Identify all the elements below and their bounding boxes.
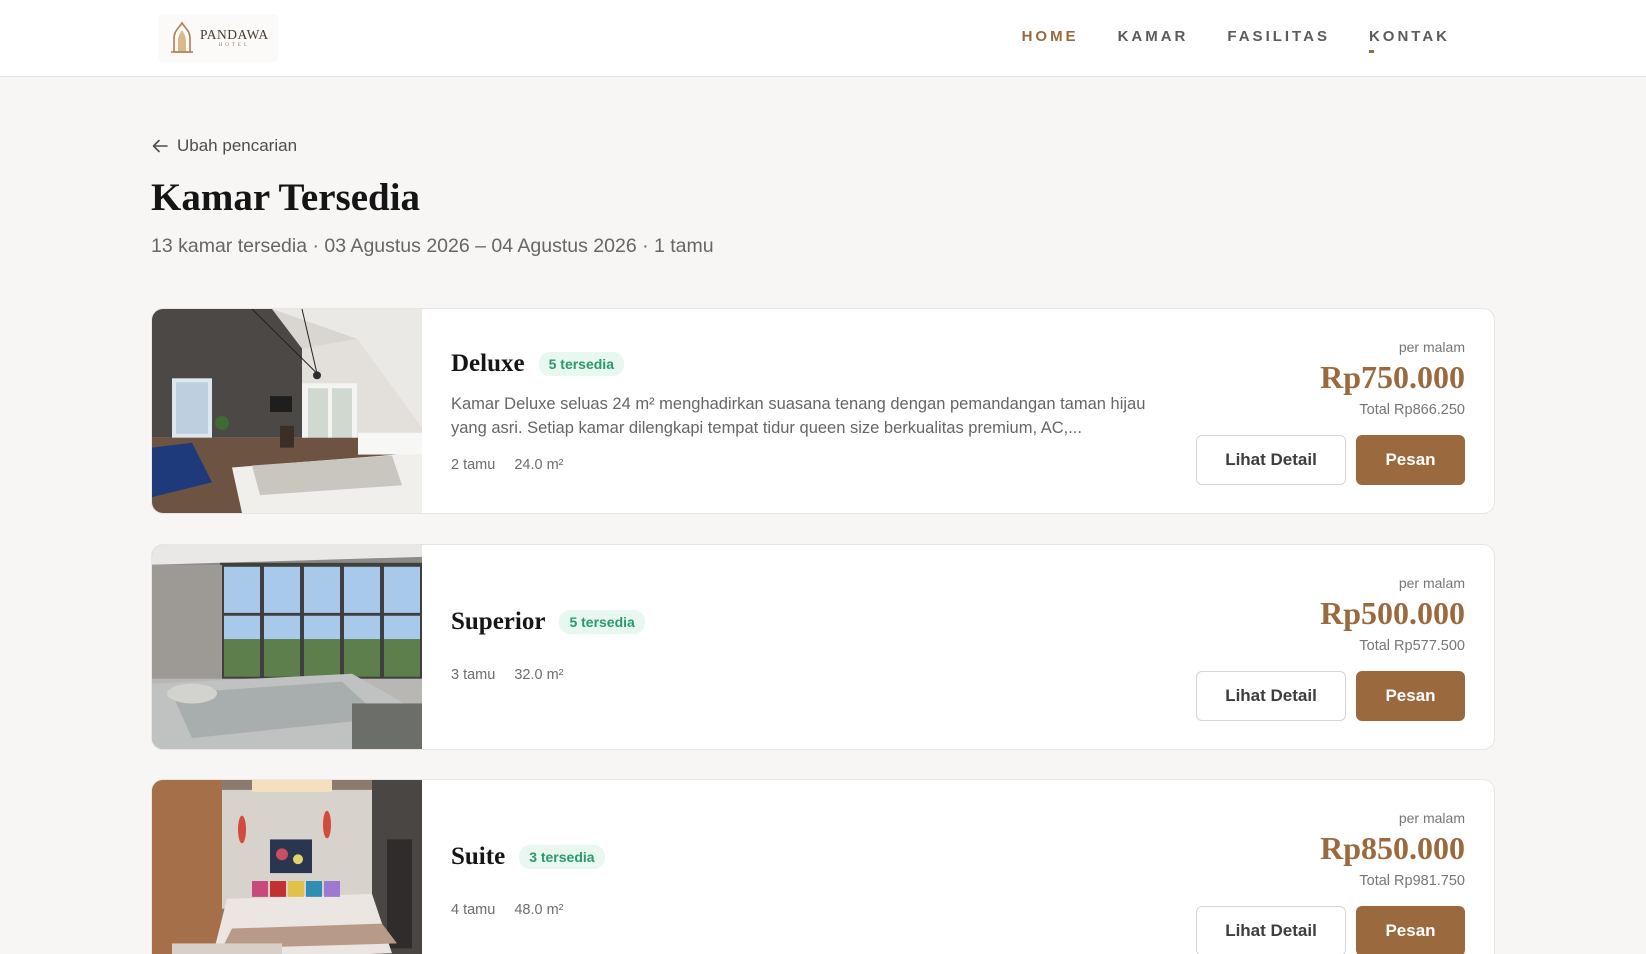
room-card-deluxe: Deluxe 5 tersedia Kamar Deluxe seluas 24… (151, 308, 1495, 514)
room-size: 48.0 m² (514, 902, 564, 918)
back-to-search-link[interactable]: Ubah pencarian (151, 136, 297, 156)
room-size: 32.0 m² (514, 667, 564, 683)
room-name: Suite (451, 843, 506, 870)
view-detail-button[interactable]: Lihat Detail (1196, 906, 1346, 954)
suite-bedroom-photo (152, 780, 422, 954)
panoramic-window-bedroom-photo (152, 545, 422, 749)
room-photo-superior[interactable] (152, 545, 422, 749)
nav-kontak[interactable]: KONTAK (1368, 28, 1450, 53)
per-night-label: per malam (1398, 339, 1465, 355)
book-button[interactable]: Pesan (1356, 671, 1465, 721)
nav-fasilitas[interactable]: FASILITAS (1227, 28, 1330, 45)
arrow-left-icon (152, 139, 168, 153)
logo-name: PANDAWA (200, 26, 269, 42)
page-title: Kamar Tersedia (151, 176, 421, 219)
room-total-price: Total Rp577.500 (1359, 638, 1465, 654)
attic-bedroom-photo (152, 309, 422, 513)
nav-kamar[interactable]: KAMAR (1118, 28, 1189, 45)
room-total-price: Total Rp981.750 (1359, 873, 1465, 889)
room-price: Rp750.000 (1320, 359, 1465, 395)
per-night-label: per malam (1398, 810, 1465, 826)
room-price: Rp500.000 (1320, 595, 1465, 631)
room-guests: 3 tamu (451, 667, 496, 683)
availability-badge: 3 tersedia (519, 845, 605, 869)
main-nav: HOME KAMAR FASILITAS KONTAK (1022, 28, 1450, 53)
room-name: Superior (451, 608, 546, 635)
room-card-superior: Superior 5 tersedia 3 tamu 32.0 m² per m… (151, 544, 1495, 750)
room-price: Rp850.000 (1320, 830, 1465, 866)
room-guests: 4 tamu (451, 902, 496, 918)
temple-logo-icon (171, 21, 193, 53)
room-size: 24.0 m² (514, 457, 564, 473)
back-link-label: Ubah pencarian (177, 136, 298, 155)
room-guests: 2 tamu (451, 457, 496, 473)
hotel-logo[interactable]: PANDAWA HOTEL (158, 14, 278, 62)
availability-badge: 5 tersedia (559, 610, 645, 634)
top-navbar: PANDAWA HOTEL HOME KAMAR FASILITAS KONTA… (0, 0, 1646, 77)
nav-home[interactable]: HOME (1022, 28, 1079, 45)
room-description: Kamar Deluxe seluas 24 m² menghadirkan s… (451, 395, 1146, 437)
room-photo-deluxe[interactable] (152, 309, 422, 513)
book-button[interactable]: Pesan (1356, 435, 1465, 485)
room-total-price: Total Rp866.250 (1359, 402, 1465, 418)
view-detail-button[interactable]: Lihat Detail (1196, 435, 1346, 485)
room-card-suite: Suite 3 tersedia 4 tamu 48.0 m² per mala… (151, 779, 1495, 954)
per-night-label: per malam (1398, 575, 1465, 591)
view-detail-button[interactable]: Lihat Detail (1196, 671, 1346, 721)
book-button[interactable]: Pesan (1356, 906, 1465, 954)
room-photo-suite[interactable] (152, 780, 422, 954)
logo-subtitle: HOTEL (218, 43, 251, 49)
search-summary: 13 kamar tersedia · 03 Agustus 2026 – 04… (151, 235, 714, 257)
room-name: Deluxe (451, 350, 525, 377)
availability-badge: 5 tersedia (538, 352, 624, 376)
